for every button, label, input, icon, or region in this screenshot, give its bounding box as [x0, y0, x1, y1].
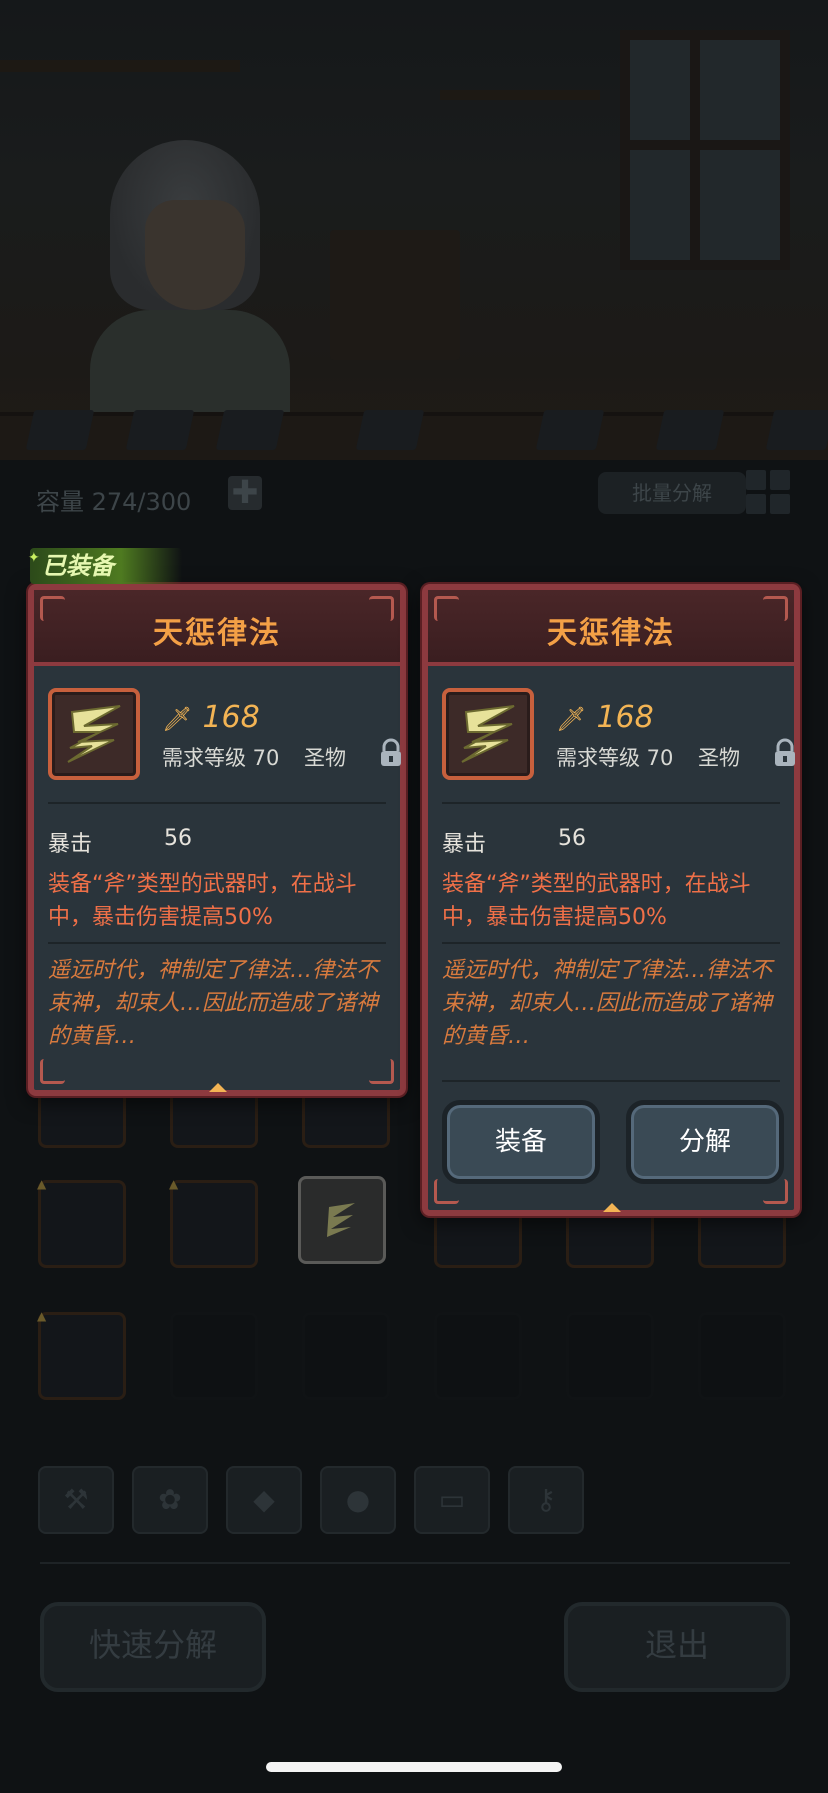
- divider: [48, 802, 386, 804]
- inventory-slot-selected[interactable]: [298, 1176, 386, 1264]
- item-icon-frame: [442, 688, 534, 780]
- quick-decompose-button[interactable]: 快速分解: [40, 1602, 266, 1692]
- chest-icon: ▭: [438, 1483, 466, 1516]
- sword-icon: 🗡: [556, 705, 587, 733]
- required-level: 需求等级 70: [162, 746, 280, 770]
- inventory-slot-empty[interactable]: [434, 1312, 522, 1400]
- filter-weapon-button[interactable]: ⚒: [38, 1466, 114, 1534]
- home-indicator[interactable]: [266, 1762, 562, 1772]
- sword-icon: 🗡: [162, 705, 193, 733]
- filter-chest-button[interactable]: ▭: [414, 1466, 490, 1534]
- window: [620, 30, 790, 270]
- pointer-arrow: [209, 1083, 227, 1092]
- inventory-slot-empty[interactable]: [302, 1312, 390, 1400]
- expand-capacity-button[interactable]: ✚: [228, 476, 262, 510]
- stat-name: 暴击: [48, 832, 93, 857]
- item-effect: 装备“斧”类型的武器时，在战斗中，暴击伤害提高50%: [442, 872, 751, 930]
- lightning-relic-icon: [67, 705, 121, 763]
- divider: [40, 1562, 790, 1564]
- exit-button[interactable]: 退出: [564, 1602, 790, 1692]
- divider: [442, 942, 780, 944]
- item-type: 圣物: [698, 746, 740, 770]
- divider: [442, 1080, 780, 1082]
- grid-view-icon[interactable]: [746, 470, 790, 514]
- lightning-relic-icon: [461, 705, 515, 763]
- card-header: 天惩律法: [34, 590, 400, 666]
- item-type: 圣物: [304, 746, 346, 770]
- divider: [48, 942, 386, 944]
- card-header: 天惩律法: [428, 590, 794, 666]
- sparkle-icon: ✦: [28, 550, 40, 566]
- lock-icon: ▲: [169, 1177, 179, 1191]
- filter-pet-button[interactable]: ✿: [132, 1466, 208, 1534]
- equip-button[interactable]: 装备: [442, 1100, 600, 1184]
- divider: [442, 802, 780, 804]
- hero-scene: [0, 0, 828, 460]
- stat-value: 56: [164, 826, 192, 851]
- inventory-slot[interactable]: ▲: [37, 1177, 126, 1268]
- inventory-slot-empty[interactable]: [698, 1312, 786, 1400]
- capacity-label: 容量 274/300: [36, 488, 192, 516]
- paw-icon: ✿: [158, 1483, 182, 1516]
- stat-value: 56: [558, 826, 586, 851]
- filter-key-button[interactable]: ⚷: [508, 1466, 584, 1534]
- floor-platform: [0, 410, 828, 460]
- lightning-relic-icon: [327, 1203, 355, 1237]
- desk: [330, 230, 460, 360]
- stat-name: 暴击: [442, 832, 487, 857]
- inventory-toolbar: 容量 274/300 ✚ 批量分解: [36, 470, 796, 520]
- lock-icon: ▲: [37, 1309, 47, 1323]
- weapon-axe-icon: ⚒: [63, 1483, 89, 1516]
- inventory-slot[interactable]: ▲: [37, 1309, 126, 1400]
- bulk-decompose-button[interactable]: 批量分解: [598, 472, 746, 514]
- item-lore: 遥远时代，神制定了律法…律法不束神，却束人…因此而造成了诸神的黄昏…: [48, 958, 379, 1049]
- item-title: 天惩律法: [153, 616, 281, 651]
- lock-icon: ▲: [37, 1177, 47, 1191]
- lock-icon[interactable]: [772, 738, 798, 768]
- decompose-button[interactable]: 分解: [626, 1100, 784, 1184]
- wall-shelf: [440, 90, 600, 100]
- filter-gem-button[interactable]: ◆: [226, 1466, 302, 1534]
- filter-material-button[interactable]: ●: [320, 1466, 396, 1534]
- key-icon: ⚷: [535, 1483, 557, 1516]
- item-effect: 装备“斧”类型的武器时，在战斗中，暴击伤害提高50%: [48, 872, 357, 930]
- selected-item-card: 天惩律法 🗡 168 需求等级 70 圣物 暴击 56 装备“斧”类型的武器时，在…: [422, 584, 800, 1216]
- item-power: 🗡 168: [162, 700, 260, 735]
- inventory-slot-empty[interactable]: [170, 1312, 258, 1400]
- lock-icon[interactable]: [378, 738, 404, 768]
- gem-icon: ◆: [253, 1483, 275, 1516]
- bookshelf: [0, 60, 240, 72]
- equipped-item-card: 天惩律法 🗡 168 需求等级 70 圣物 暴击 56 装备“斧”类型的武器时，在…: [28, 584, 406, 1096]
- item-title: 天惩律法: [547, 616, 675, 651]
- item-power: 🗡 168: [556, 700, 654, 735]
- inventory-slot-empty[interactable]: [566, 1312, 654, 1400]
- hero-character: [70, 120, 300, 430]
- item-lore: 遥远时代，神制定了律法…律法不束神，却束人…因此而造成了诸神的黄昏…: [442, 958, 773, 1049]
- item-icon-frame: [48, 688, 140, 780]
- pointer-arrow: [603, 1203, 621, 1212]
- required-level: 需求等级 70: [556, 746, 674, 770]
- equipped-badge: ✦ 已装备: [28, 548, 182, 584]
- inventory-slot[interactable]: ▲: [169, 1177, 258, 1268]
- rock-icon: ●: [345, 1483, 371, 1516]
